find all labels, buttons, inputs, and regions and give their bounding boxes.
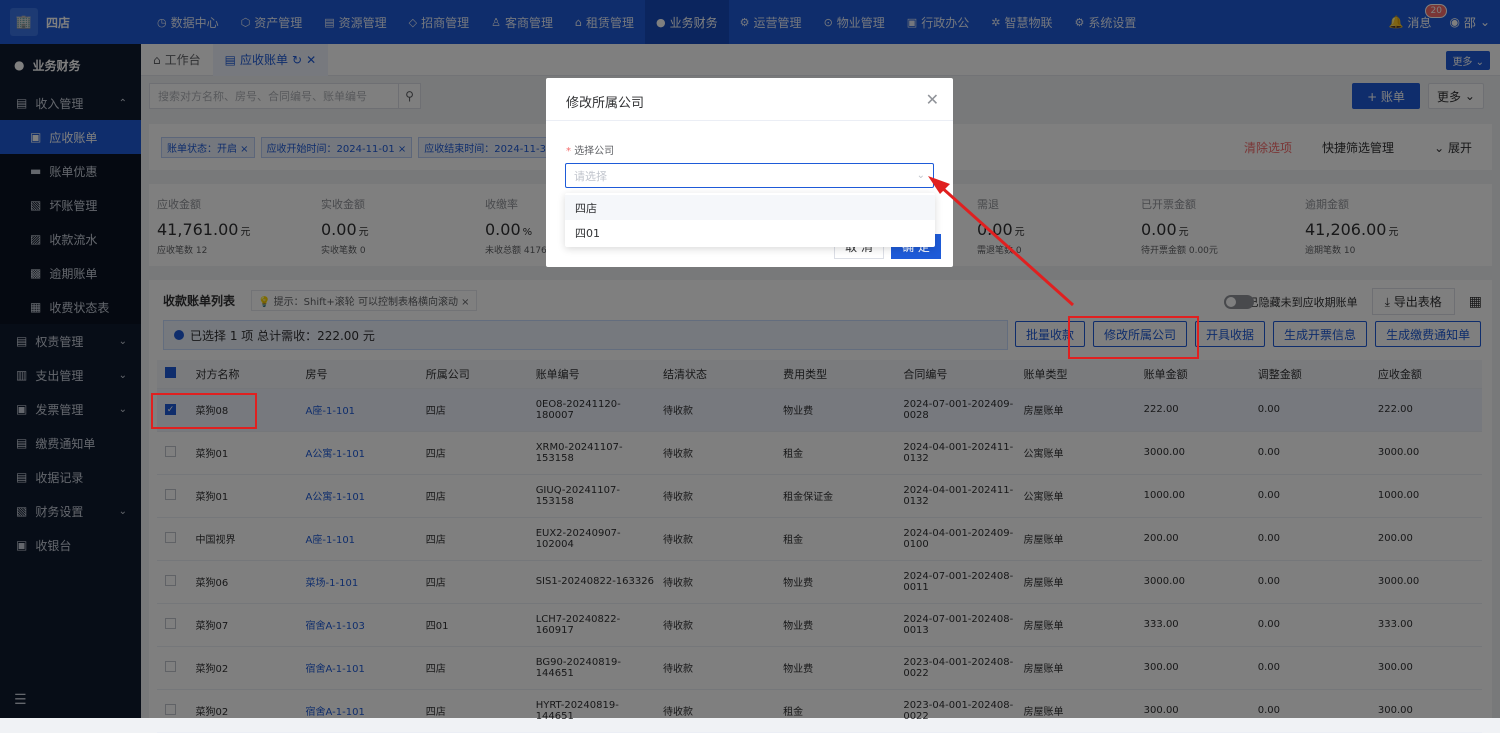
annotation-arrow — [928, 176, 1075, 307]
